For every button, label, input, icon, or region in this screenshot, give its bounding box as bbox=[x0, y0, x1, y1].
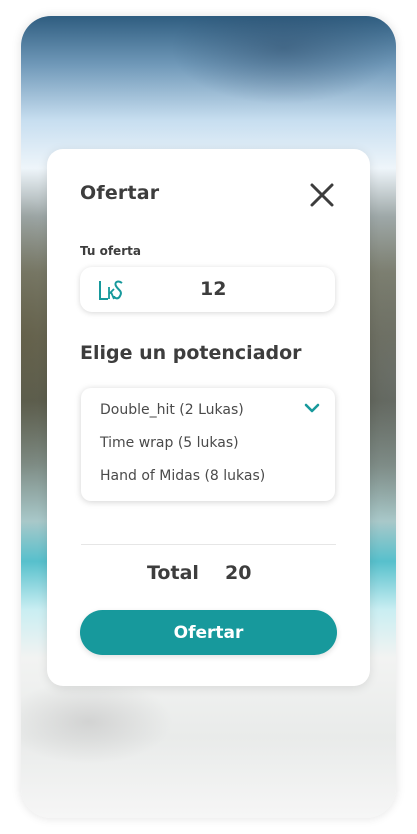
dropdown-option-double-hit[interactable]: Double_hit (2 Lukas) bbox=[100, 402, 244, 418]
dropdown-option-hand-of-midas[interactable]: Hand of Midas (8 lukas) bbox=[100, 468, 265, 484]
dropdown-option-time-wrap[interactable]: Time wrap (5 lukas) bbox=[100, 435, 239, 451]
offer-label: Tu oferta bbox=[80, 244, 141, 258]
chevron-down-icon[interactable] bbox=[303, 402, 321, 414]
total-value: 20 bbox=[225, 562, 252, 584]
close-icon bbox=[310, 183, 334, 207]
divider bbox=[81, 544, 336, 545]
close-button[interactable] bbox=[308, 181, 336, 209]
booster-dropdown[interactable]: Double_hit (2 Lukas) Time wrap (5 lukas)… bbox=[81, 388, 335, 501]
offer-value: 12 bbox=[200, 278, 227, 300]
booster-section-title: Elige un potenciador bbox=[80, 342, 302, 364]
lukas-logo-icon bbox=[99, 280, 123, 300]
offer-modal: Ofertar Tu oferta 12 Elige un potenciado… bbox=[47, 149, 370, 686]
modal-title: Ofertar bbox=[80, 182, 160, 204]
total-label: Total bbox=[147, 562, 199, 584]
submit-offer-button[interactable]: Ofertar bbox=[80, 610, 337, 655]
offer-field[interactable]: 12 bbox=[80, 267, 335, 312]
